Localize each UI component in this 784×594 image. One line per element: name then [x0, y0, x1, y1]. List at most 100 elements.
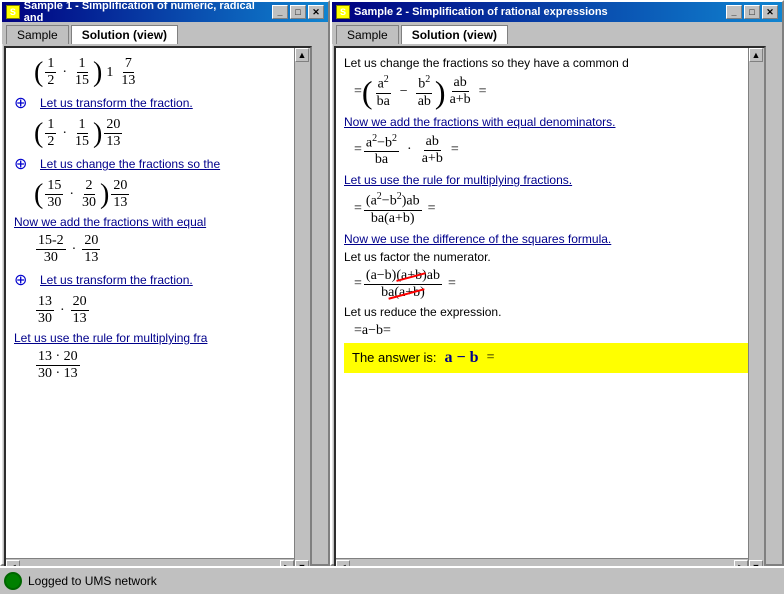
minus-1: − [400, 84, 408, 100]
scrollbar-right-2[interactable]: ▲ ▼ [748, 48, 764, 574]
close-button-2[interactable]: ✕ [762, 5, 778, 19]
step-factor: Let us factor the numerator. [344, 250, 748, 264]
step-reduce: Let us reduce the expression. [344, 305, 748, 319]
expr-w2-5: =a−b= [354, 323, 748, 339]
intro-text: Let us change the fractions so they have… [344, 56, 748, 70]
window1-content: ( 1 2 · 1 15 ) 1 7 13 ⊕ [4, 46, 312, 576]
frac-ab-apb: ab a+b [448, 75, 473, 108]
fraction-1-15: 1 15 [73, 56, 91, 89]
fraction-15-2-30: 15-2 30 [36, 233, 66, 266]
tab-sample-2[interactable]: Sample [336, 25, 399, 44]
fraction-20-13b: 20 13 [111, 178, 129, 211]
tab-solution-view-2[interactable]: Solution (view) [401, 25, 508, 44]
rparen-2: ) [93, 120, 102, 148]
rparen-1: ) [93, 59, 102, 87]
fraction-20-13d: 20 13 [71, 294, 89, 327]
dot-2: · [62, 126, 67, 142]
lparen-3: ( [34, 181, 43, 209]
minimize-button[interactable]: _ [272, 5, 288, 19]
eq2: = [354, 142, 362, 158]
expr-w2-4: = (a−b)(a+b)ab ba(a+b) = [354, 268, 748, 301]
step-2: ⊕ Let us change the fractions so the [14, 154, 302, 174]
step-text-rule: Let us use the rule for multiplying frac… [344, 173, 572, 187]
dot-5: · [60, 303, 65, 319]
scroll-up-1[interactable]: ▲ [295, 48, 309, 62]
step-4: ⊕ Let us transform the fraction. [14, 270, 302, 290]
expr-w2-2: = a2−b2 ba · ab a+b = [354, 133, 748, 169]
fraction-13x20: 13 · 20 30 · 13 [36, 349, 80, 382]
step-text-4: Let us transform the fraction. [40, 273, 193, 287]
dot-1: · [62, 65, 67, 81]
one: 1 [106, 65, 113, 81]
lparen-1: ( [34, 59, 43, 87]
tab-solution-view-1[interactable]: Solution (view) [71, 25, 178, 44]
step-5: Let us use the rule for multiplying fra [14, 331, 302, 345]
eq1-end: = [479, 84, 487, 100]
minimize-button-2[interactable]: _ [726, 5, 742, 19]
dot-4: · [72, 242, 77, 258]
window1-title: Sample 1 - Simplification of numeric, ra… [24, 0, 272, 24]
arrow-2: ⊕ [14, 154, 34, 174]
fraction-1-2b: 1 2 [45, 117, 56, 150]
answer-row: The answer is: a − b = [344, 343, 748, 373]
step-text-add: Now we add the fractions with equal deno… [344, 115, 615, 129]
arrow-4: ⊕ [14, 270, 34, 290]
lparen-2: ( [34, 120, 43, 148]
expr-w2-1: = ( a2 ba − b2 ab ) ab a+b = [354, 74, 748, 110]
lparen-w2-1: ( [362, 76, 373, 108]
eq3-end: = [428, 201, 436, 217]
step-w2-add: Now we add the fractions with equal deno… [344, 114, 748, 129]
eq2-end: = [451, 142, 459, 158]
dot-3: · [69, 187, 74, 203]
step-text-5: Let us use the rule for multiplying fra [14, 331, 207, 345]
rparen-w2-1: ) [435, 76, 446, 108]
math-content-1: ( 1 2 · 1 15 ) 1 7 13 ⊕ [6, 48, 310, 390]
frac-b2-ab: b2 ab [416, 74, 433, 110]
window2-title: Sample 2 - Simplification of rational ex… [354, 6, 608, 18]
step-text-3: Now we add the fractions with equal [14, 215, 206, 229]
close-button[interactable]: ✕ [308, 5, 324, 19]
step-text-2: Let us change the fractions so the [40, 157, 220, 171]
expr-6: 13 · 20 30 · 13 [34, 349, 302, 382]
window2-titlebar: S Sample 2 - Simplification of rational … [332, 2, 782, 22]
eq1: = [354, 84, 362, 100]
eq3: = [354, 201, 362, 217]
fraction-1-15b: 1 15 [73, 117, 91, 150]
step-w2-rule: Let us use the rule for multiplying frac… [344, 172, 748, 187]
step-text-diff: Now we use the difference of the squares… [344, 232, 611, 246]
frac-ab-apb2: ab a+b [420, 134, 445, 167]
window1: S Sample 1 - Simplification of numeric, … [0, 0, 330, 566]
fraction-20-13c: 20 13 [82, 233, 100, 266]
scroll-up-2[interactable]: ▲ [749, 48, 763, 62]
maximize-button-2[interactable]: □ [744, 5, 760, 19]
expr-5: 13 30 · 20 13 [34, 294, 302, 327]
step-1: ⊕ Let us transform the fraction. [14, 93, 302, 113]
frac-a2mb2-ba: a2−b2 ba [364, 133, 399, 169]
taskbar: Logged to UMS network [0, 566, 784, 594]
window2-content: Let us change the fractions so they have… [334, 46, 766, 576]
taskbar-status: Logged to UMS network [28, 574, 157, 588]
eq4-end: = [448, 276, 456, 292]
eq5: =a−b= [354, 323, 391, 339]
tab-sample-1[interactable]: Sample [6, 25, 69, 44]
maximize-button[interactable]: □ [290, 5, 306, 19]
fraction-1-2: 1 2 [45, 56, 56, 89]
answer-value: a − b [445, 349, 479, 367]
expr-3: ( 15 30 · 2 30 ) 20 13 [34, 178, 302, 211]
expr-1: ( 1 2 · 1 15 ) 1 7 13 [34, 56, 302, 89]
answer-label: The answer is: [352, 350, 437, 365]
window1-titlebar: S Sample 1 - Simplification of numeric, … [2, 2, 328, 22]
start-button[interactable] [4, 572, 22, 590]
dot-w2-1: · [407, 142, 412, 158]
math-content-2: Let us change the fractions so they have… [336, 48, 764, 377]
expr-w2-3: = (a2−b2)ab ba(a+b) = [354, 191, 748, 227]
scrollbar-right-1[interactable]: ▲ ▼ [294, 48, 310, 574]
fraction-7-13: 7 13 [119, 56, 137, 89]
arrow-1: ⊕ [14, 93, 34, 113]
window1-icon: S [6, 5, 20, 19]
window2-icon: S [336, 5, 350, 19]
frac-factored: (a−b)(a+b)ab ba(a+b) [364, 268, 442, 301]
step-w2-diff: Now we use the difference of the squares… [344, 231, 748, 246]
fraction-2-30: 2 30 [80, 178, 98, 211]
fraction-13-30: 13 30 [36, 294, 54, 327]
